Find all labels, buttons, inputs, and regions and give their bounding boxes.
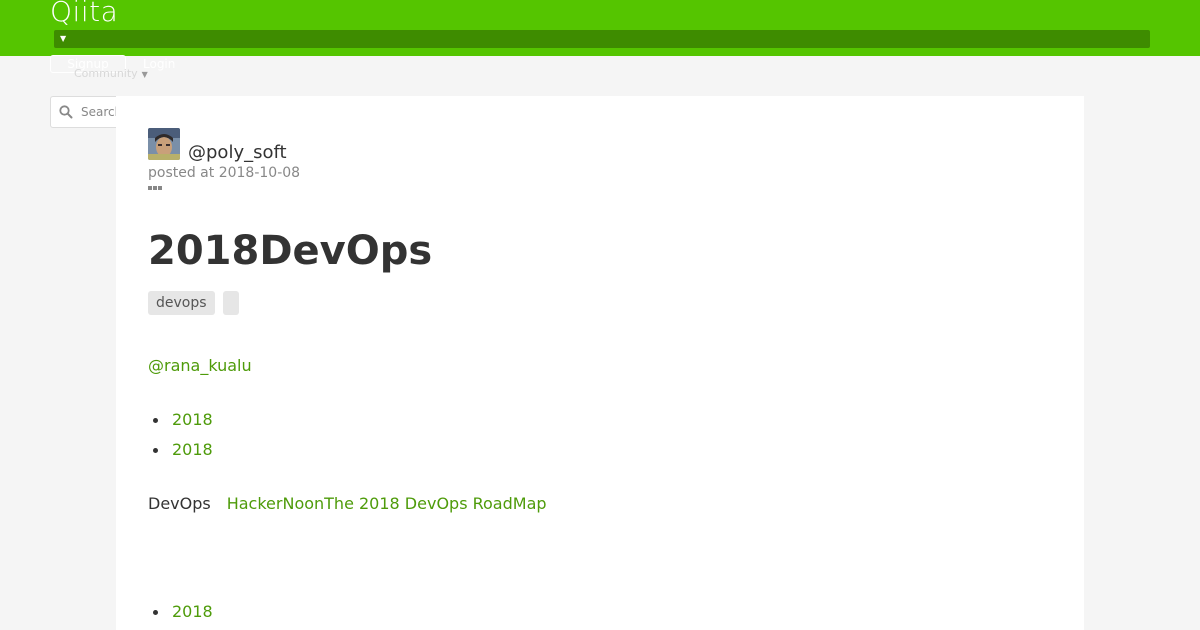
header-menu-bar[interactable]: ▼ bbox=[54, 30, 1150, 48]
link-list: 2018 2018 bbox=[148, 405, 213, 465]
tag-devops[interactable]: devops bbox=[148, 291, 215, 315]
list-item[interactable]: 2018 bbox=[148, 435, 213, 465]
posted-date: posted at 2018-10-08 bbox=[148, 165, 301, 181]
tag-empty[interactable] bbox=[222, 291, 239, 315]
qiita-logo[interactable]: Qiita bbox=[50, 0, 118, 30]
list-item[interactable]: 2018 bbox=[148, 597, 213, 627]
article-card: @poly_soft posted at 2018-10-08 2018DevO… bbox=[116, 96, 1084, 630]
paragraph: DevOps HackerNoonThe 2018 DevOps RoadMap bbox=[148, 494, 547, 514]
roadmap-link[interactable]: HackerNoonThe 2018 DevOps RoadMap bbox=[227, 494, 547, 513]
login-link[interactable]: Login bbox=[143, 57, 175, 71]
community-menu[interactable]: Community ▼ bbox=[74, 67, 148, 82]
author-avatar[interactable] bbox=[148, 128, 180, 160]
community-label: Community bbox=[74, 67, 138, 80]
link-list: 2018 bbox=[148, 597, 213, 627]
mention-link[interactable]: @rana_kualu bbox=[148, 356, 252, 376]
author-name[interactable]: @poly_soft bbox=[188, 142, 287, 164]
caret-down-icon: ▼ bbox=[141, 70, 148, 79]
search-icon bbox=[51, 105, 81, 119]
more-icon[interactable] bbox=[148, 186, 162, 190]
article-title: 2018DevOps bbox=[148, 228, 433, 274]
caret-down-icon[interactable]: ▼ bbox=[60, 33, 66, 45]
list-item[interactable]: 2018 bbox=[148, 405, 213, 435]
tag-list: devops bbox=[148, 291, 239, 315]
paragraph-text: DevOps bbox=[148, 494, 211, 513]
top-header: Qiita ▼ bbox=[0, 0, 1200, 56]
